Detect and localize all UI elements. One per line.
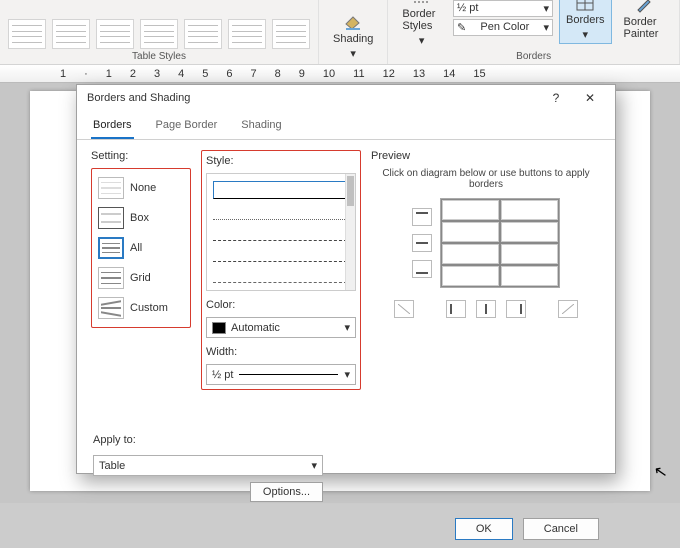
style-option-dash2[interactable] bbox=[213, 244, 347, 262]
style-label: Style: bbox=[206, 155, 356, 167]
color-value: Automatic bbox=[231, 322, 280, 334]
borders-shading-dialog: Borders and Shading ? ✕ Borders Page Bor… bbox=[76, 84, 616, 474]
setting-custom-label: Custom bbox=[130, 302, 168, 314]
apply-section: Apply to: Table ▾ Options... bbox=[77, 428, 615, 510]
ribbon-btn-label: Border Painter bbox=[624, 16, 665, 40]
group-label-borders: Borders bbox=[516, 51, 551, 62]
line-style-icon bbox=[412, 0, 432, 6]
style-option-solid[interactable] bbox=[213, 181, 347, 199]
pen-icon: ✎ bbox=[457, 21, 466, 34]
setting-none[interactable]: None bbox=[96, 173, 186, 203]
apply-combo[interactable]: Table ▾ bbox=[93, 455, 323, 476]
width-value: ½ pt bbox=[212, 369, 233, 381]
preview-column: Preview Click on diagram below or use bu… bbox=[371, 150, 601, 390]
style-column: Style: Color: Automatic ▾ Width: ½ pt bbox=[201, 150, 361, 390]
color-combo[interactable]: Automatic ▾ bbox=[206, 317, 356, 338]
border-styles-button[interactable]: Border Styles ▾ bbox=[396, 0, 447, 49]
chevron-down-icon: ▾ bbox=[350, 47, 356, 60]
chevron-down-icon: ▾ bbox=[543, 2, 549, 15]
dialog-footer: OK Cancel bbox=[77, 510, 615, 548]
border-center-button[interactable] bbox=[476, 300, 496, 318]
chevron-down-icon: ▾ bbox=[582, 28, 588, 41]
chevron-down-icon: ▾ bbox=[344, 321, 350, 334]
style-thumb[interactable] bbox=[96, 19, 134, 49]
setting-box[interactable]: Box bbox=[96, 203, 186, 233]
bucket-icon bbox=[343, 13, 363, 31]
preview-diagram[interactable] bbox=[440, 198, 560, 288]
help-button[interactable]: ? bbox=[541, 91, 571, 105]
ribbon-btn-label: Borders bbox=[566, 14, 605, 26]
setting-none-label: None bbox=[130, 182, 156, 194]
brush-icon bbox=[634, 0, 654, 14]
border-diag-down-button[interactable] bbox=[394, 300, 414, 318]
border-bottom-button[interactable] bbox=[412, 260, 432, 278]
borders-button[interactable]: Borders ▾ bbox=[559, 0, 612, 44]
border-right-button[interactable] bbox=[506, 300, 526, 318]
style-listbox[interactable] bbox=[206, 173, 356, 291]
table-styles-gallery[interactable] bbox=[8, 19, 310, 49]
tab-borders[interactable]: Borders bbox=[91, 115, 134, 139]
ok-button[interactable]: OK bbox=[455, 518, 513, 540]
setting-label: Setting: bbox=[91, 150, 191, 162]
style-option-dotted[interactable] bbox=[213, 202, 347, 220]
style-thumb[interactable] bbox=[140, 19, 178, 49]
apply-label: Apply to: bbox=[93, 434, 599, 446]
border-middle-button[interactable] bbox=[412, 234, 432, 252]
width-combo[interactable]: ½ pt ▾ bbox=[206, 364, 356, 385]
border-top-button[interactable] bbox=[412, 208, 432, 226]
style-thumb[interactable] bbox=[52, 19, 90, 49]
tab-shading[interactable]: Shading bbox=[239, 115, 283, 139]
style-thumb[interactable] bbox=[8, 19, 46, 49]
scrollbar[interactable] bbox=[345, 174, 355, 290]
chevron-down-icon: ▾ bbox=[543, 21, 549, 34]
style-thumb[interactable] bbox=[228, 19, 266, 49]
group-label-styles: Table Styles bbox=[132, 51, 186, 62]
grid-icon bbox=[575, 0, 595, 12]
ruler[interactable]: 1·123456789101112131415 bbox=[0, 65, 680, 83]
border-painter-button[interactable]: Border Painter bbox=[618, 0, 671, 42]
border-diag-up-button[interactable] bbox=[558, 300, 578, 318]
options-button[interactable]: Options... bbox=[250, 482, 323, 502]
dialog-titlebar: Borders and Shading ? ✕ bbox=[77, 85, 615, 111]
table-styles-group: Table Styles bbox=[0, 0, 319, 64]
cancel-button[interactable]: Cancel bbox=[523, 518, 599, 540]
style-option-dashdot[interactable] bbox=[213, 265, 347, 283]
chevron-down-icon: ▾ bbox=[344, 368, 350, 381]
vertical-border-buttons bbox=[371, 300, 601, 318]
setting-custom[interactable]: Custom bbox=[96, 293, 186, 323]
preview-label: Preview bbox=[371, 150, 601, 162]
color-swatch-icon bbox=[212, 322, 226, 334]
preview-hint: Click on diagram below or use buttons to… bbox=[371, 168, 601, 190]
shading-button[interactable]: Shading ▾ bbox=[327, 11, 379, 62]
setting-box-label: Box bbox=[130, 212, 149, 224]
horizontal-border-buttons bbox=[412, 208, 432, 278]
setting-grid[interactable]: Grid bbox=[96, 263, 186, 293]
setting-all-label: All bbox=[130, 242, 142, 254]
border-left-button[interactable] bbox=[446, 300, 466, 318]
ribbon-btn-label: Border Styles bbox=[402, 8, 441, 32]
style-thumb[interactable] bbox=[272, 19, 310, 49]
apply-value: Table bbox=[99, 460, 125, 472]
ribbon: Table Styles Shading ▾ Border Styles ▾ ½… bbox=[0, 0, 680, 65]
dialog-tabs: Borders Page Border Shading bbox=[77, 111, 615, 140]
tab-page-border[interactable]: Page Border bbox=[154, 115, 220, 139]
width-label: Width: bbox=[206, 346, 356, 358]
setting-column: Setting: None Box All Grid bbox=[91, 150, 191, 390]
setting-options-highlight: None Box All Grid Custom bbox=[91, 168, 191, 328]
border-width-combo[interactable]: ½ pt▾ bbox=[453, 0, 553, 17]
close-button[interactable]: ✕ bbox=[575, 91, 605, 105]
color-label: Color: bbox=[206, 299, 356, 311]
border-controls-group: Border Styles ▾ ½ pt▾ ✎Pen Color▾ Border… bbox=[388, 0, 680, 64]
style-thumb[interactable] bbox=[184, 19, 222, 49]
ribbon-btn-label: Shading bbox=[333, 33, 373, 45]
dialog-title: Borders and Shading bbox=[87, 92, 190, 104]
chevron-down-icon: ▾ bbox=[311, 459, 317, 472]
style-option-dashed[interactable] bbox=[213, 223, 347, 241]
chevron-down-icon: ▾ bbox=[419, 34, 425, 47]
setting-all[interactable]: All bbox=[96, 233, 186, 263]
shading-group: Shading ▾ bbox=[319, 0, 388, 64]
setting-grid-label: Grid bbox=[130, 272, 151, 284]
pen-color-combo[interactable]: ✎Pen Color▾ bbox=[453, 19, 553, 36]
